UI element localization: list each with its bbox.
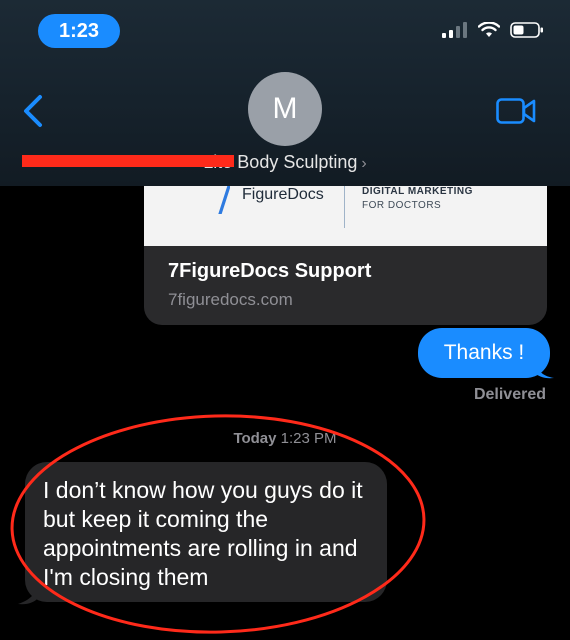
- contact-avatar[interactable]: M: [248, 72, 322, 146]
- logo-tagline-1: DIGITAL MARKETING: [362, 186, 473, 197]
- redaction-bar: [22, 155, 234, 167]
- logo-mark-icon: [218, 186, 230, 214]
- link-preview-image: FigureDocs DIGITAL MARKETING FOR DOCTORS: [144, 186, 547, 246]
- red-annotation-ellipse: [10, 414, 426, 634]
- back-button[interactable]: [22, 94, 44, 133]
- wifi-icon: [478, 22, 500, 37]
- video-camera-icon: [496, 98, 536, 124]
- back-chevron-icon: [24, 95, 42, 127]
- status-time: 1:23: [38, 14, 120, 48]
- chevron-right-icon: ›: [361, 155, 367, 172]
- facetime-video-button[interactable]: [496, 98, 536, 129]
- status-icons: [442, 22, 544, 38]
- logo-divider: [344, 186, 345, 228]
- logo-tagline-2: FOR DOCTORS: [362, 200, 442, 211]
- link-preview-title: 7FigureDocs Support: [168, 260, 372, 282]
- sent-bubble-tail: [534, 358, 554, 379]
- conversation-header: 1:23 M Lite Body Sculpting ›: [0, 0, 570, 186]
- battery-icon: [510, 22, 543, 38]
- link-preview-url: 7figuredocs.com: [168, 290, 293, 309]
- signal-bars-icon: [442, 22, 467, 38]
- logo-text: FigureDocs: [242, 186, 324, 203]
- link-preview-card[interactable]: FigureDocs DIGITAL MARKETING FOR DOCTORS…: [144, 186, 547, 325]
- delivery-status: Delivered: [473, 386, 546, 403]
- sent-message-bubble[interactable]: Thanks !: [418, 328, 550, 378]
